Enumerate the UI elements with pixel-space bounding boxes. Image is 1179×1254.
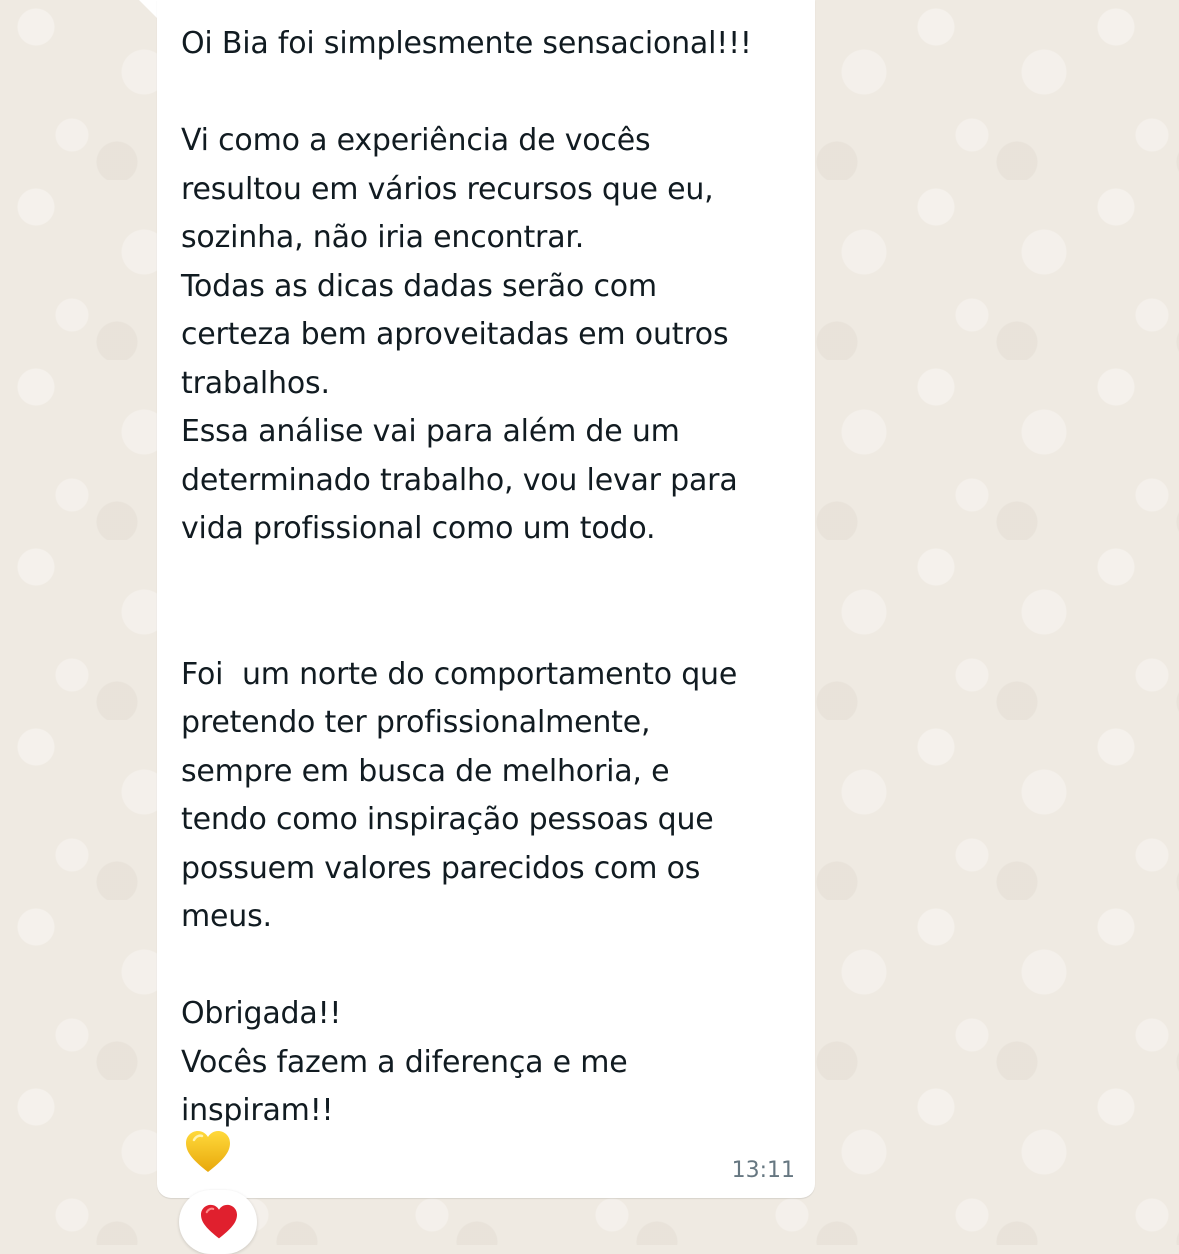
- message-bubble[interactable]: Oi Bia foi simplesmente sensacional!!! V…: [157, 0, 815, 1198]
- message-bubble-tail: [139, 0, 159, 20]
- yellow-heart-icon: [186, 1131, 230, 1172]
- message-timestamp: 13:11: [731, 1158, 795, 1183]
- message-text: Oi Bia foi simplesmente sensacional!!! V…: [181, 26, 752, 1128]
- reaction-badge[interactable]: [179, 1190, 257, 1254]
- red-heart-icon: [201, 1204, 237, 1239]
